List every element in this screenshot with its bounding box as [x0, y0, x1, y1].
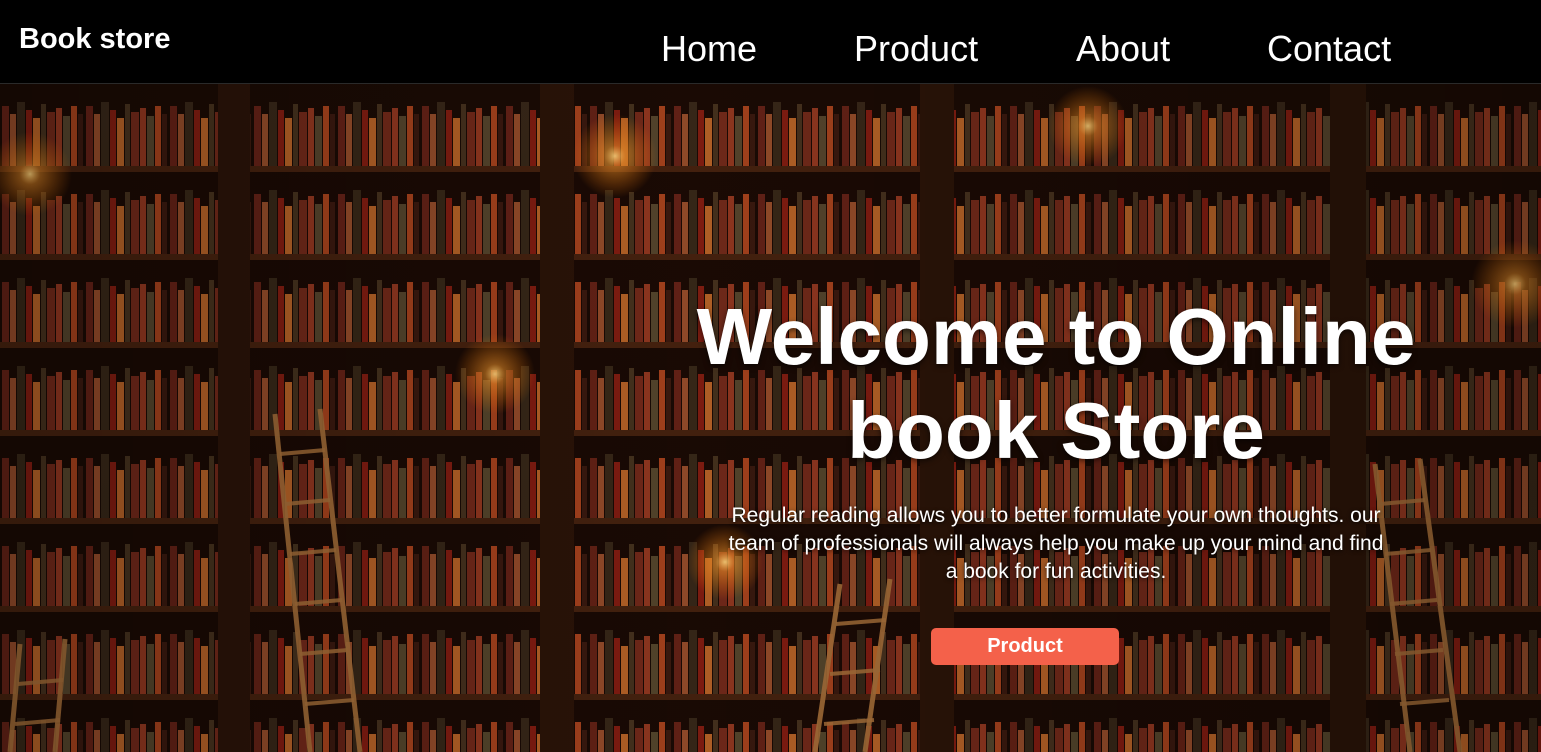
nav-product-link[interactable]: Product: [854, 27, 978, 71]
nav-contact-link[interactable]: Contact: [1267, 27, 1391, 71]
nav-home-link[interactable]: Home: [661, 27, 757, 71]
product-cta-button[interactable]: Product: [931, 628, 1119, 665]
hero-description-line-2: team of professionals will always help y…: [728, 532, 1384, 555]
hero-description: Regular reading allows you to better for…: [672, 502, 1440, 586]
hero-section: Welcome to Online book Store Regular rea…: [0, 84, 1541, 752]
hero-title-line-1: Welcome to Online: [696, 292, 1416, 381]
hero-description-line-1: Regular reading allows you to better for…: [731, 504, 1381, 527]
hero-title-line-2: book Store: [847, 386, 1265, 475]
hero-title: Welcome to Online book Store: [656, 290, 1456, 478]
top-navbar: Book store Home Product About Contact: [0, 0, 1541, 84]
nav-about-link[interactable]: About: [1076, 27, 1170, 71]
main-nav: Home Product About Contact: [0, 27, 1541, 71]
hero-description-line-3: a book for fun activities.: [945, 560, 1167, 583]
